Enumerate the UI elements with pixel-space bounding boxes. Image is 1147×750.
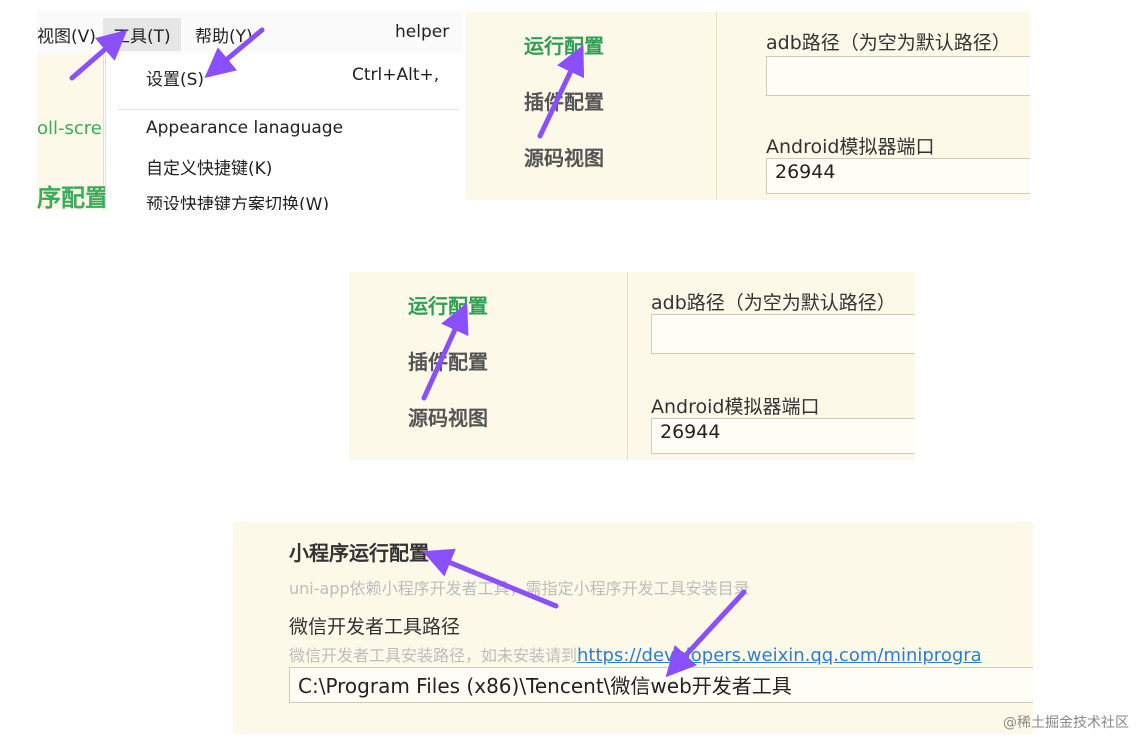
wechat-devtools-path-label: 微信开发者工具路径 bbox=[289, 616, 461, 638]
nav-plugin-config[interactable]: 插件配置 bbox=[524, 86, 604, 115]
menu-item-shortcut-scheme[interactable]: 预设快捷键方案切换(W) bbox=[146, 190, 329, 210]
menu-help[interactable]: 帮助(Y) bbox=[195, 22, 253, 47]
menu-view[interactable]: 视图(V) bbox=[37, 22, 96, 47]
run-config-panel-top: 运行配置 插件配置 源码视图 adb路径（为空为默认路径） Android模拟器… bbox=[466, 12, 1030, 200]
menu-item-settings[interactable]: 设置(S) bbox=[146, 65, 204, 90]
emulator-port-input[interactable]: 26944 bbox=[651, 418, 915, 454]
watermark: @稀土掘金技术社区 bbox=[1003, 715, 1129, 731]
menu-separator bbox=[118, 109, 459, 110]
background-editor-strip: oll-scre 序配置 bbox=[37, 54, 109, 210]
wechat-devtools-path-input[interactable]: C:\Program Files (x86)\Tencent\微信web开发者工… bbox=[289, 667, 1033, 703]
menu-tools[interactable]: 工具(T) bbox=[103, 18, 181, 51]
menu-item-appearance-language[interactable]: Appearance lanaguage bbox=[146, 118, 343, 138]
run-config-panel-middle: 运行配置 插件配置 源码视图 adb路径（为空为默认路径） Android模拟器… bbox=[349, 272, 915, 460]
nav-source-view[interactable]: 源码视图 bbox=[408, 402, 488, 431]
wechat-devtools-path-hint: 微信开发者工具安装路径，如未安装请到https://developers.wei… bbox=[289, 642, 982, 666]
adb-path-input[interactable] bbox=[766, 56, 1030, 96]
devtools-download-link[interactable]: https://developers.weixin.qq.com/minipro… bbox=[577, 645, 982, 666]
menu-bar: 视图(V) 工具(T) 帮助(Y) helper bbox=[37, 10, 462, 54]
nav-run-config[interactable]: 运行配置 bbox=[524, 30, 604, 59]
emulator-port-label: Android模拟器端口 bbox=[766, 136, 935, 158]
emulator-port-label: Android模拟器端口 bbox=[651, 396, 820, 418]
menu-helper[interactable]: helper bbox=[395, 22, 449, 42]
mini-program-config-panel: 小程序运行配置 uni-app依赖小程序开发者工具，需指定小程序开发工具安装目录… bbox=[233, 522, 1033, 734]
nav-plugin-config[interactable]: 插件配置 bbox=[408, 346, 488, 375]
nav-run-config[interactable]: 运行配置 bbox=[408, 290, 488, 319]
path-hint-text: 微信开发者工具安装路径，如未安装请到 bbox=[289, 646, 578, 665]
mini-program-title: 小程序运行配置 bbox=[289, 541, 429, 565]
adb-path-input[interactable] bbox=[651, 314, 915, 354]
emulator-port-input[interactable]: 26944 bbox=[766, 158, 1030, 194]
adb-path-label: adb路径（为空为默认路径） bbox=[766, 32, 1011, 54]
menu-item-custom-shortcuts[interactable]: 自定义快捷键(K) bbox=[146, 154, 272, 179]
tools-dropdown: 设置(S) Ctrl+Alt+, Appearance lanaguage 自定… bbox=[105, 54, 462, 210]
mini-program-hint: uni-app依赖小程序开发者工具，需指定小程序开发工具安装目录 bbox=[289, 579, 750, 598]
menu-item-settings-shortcut: Ctrl+Alt+, bbox=[352, 65, 440, 85]
tools-menu-panel: 视图(V) 工具(T) 帮助(Y) helper oll-scre 序配置 设置… bbox=[37, 10, 462, 210]
strip-text-2: 序配置 bbox=[37, 184, 109, 210]
nav-source-view[interactable]: 源码视图 bbox=[524, 142, 604, 171]
adb-path-label: adb路径（为空为默认路径） bbox=[651, 292, 896, 314]
strip-text-1: oll-scre bbox=[37, 118, 102, 139]
